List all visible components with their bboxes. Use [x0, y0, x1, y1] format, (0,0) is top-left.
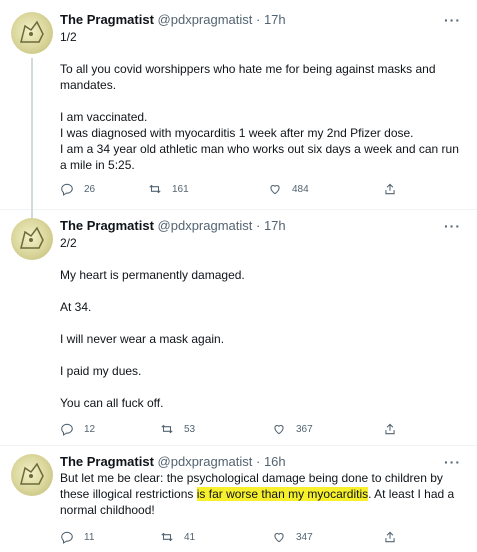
- more-icon[interactable]: ···: [444, 455, 461, 469]
- reply-icon: [61, 183, 73, 196]
- avatar[interactable]: [11, 12, 53, 54]
- like-button[interactable]: 484: [268, 182, 309, 196]
- like-icon: [274, 425, 284, 435]
- like-button[interactable]: 367: [272, 422, 313, 436]
- share-icon: [385, 183, 395, 195]
- reply-button[interactable]: 12: [60, 422, 95, 436]
- more-icon[interactable]: ···: [444, 219, 461, 233]
- reply-count: 26: [84, 183, 96, 195]
- thread-line: [31, 58, 33, 210]
- tweet-header: The Pragmatist @pdxpragmatist · 17h: [60, 218, 286, 234]
- text-line: [60, 251, 460, 267]
- tweet-header: The Pragmatist @pdxpragmatist · 16h: [60, 454, 286, 470]
- share-button[interactable]: [383, 530, 397, 544]
- like-icon: [270, 185, 280, 195]
- highlighted-text: is far worse than my myocarditis: [196, 487, 369, 501]
- reply-button[interactable]: 26: [60, 182, 95, 196]
- share-icon: [385, 423, 395, 435]
- action-bar: 11 41 347: [60, 530, 420, 546]
- action-bar: 26 161 484: [60, 182, 420, 198]
- author-handle-time[interactable]: @pdxpragmatist · 17h: [158, 12, 286, 27]
- avatar[interactable]: [11, 454, 53, 496]
- author-handle-time[interactable]: @pdxpragmatist · 17h: [158, 218, 286, 233]
- text-line: [60, 315, 460, 331]
- tweet-2[interactable]: The Pragmatist @pdxpragmatist · 17h ··· …: [0, 210, 477, 446]
- text-line: [60, 93, 460, 109]
- thread-line: [31, 210, 33, 218]
- text-paragraph: But let me be clear: the psychological d…: [60, 470, 460, 518]
- retweet-icon: [149, 184, 161, 194]
- text-line: 1/2: [60, 30, 77, 44]
- text-line: 2/2: [60, 236, 77, 250]
- retweet-count: 53: [184, 423, 196, 435]
- reply-icon: [61, 423, 73, 436]
- text-line: [60, 347, 460, 363]
- reply-count: 12: [84, 423, 96, 435]
- author-handle-time[interactable]: @pdxpragmatist · 16h: [158, 454, 286, 469]
- text-line: You can all fuck off.: [60, 396, 164, 410]
- retweet-icon: [161, 532, 173, 542]
- tweet-text: But let me be clear: the psychological d…: [60, 470, 460, 518]
- action-bar: 12 53 367: [60, 422, 420, 438]
- reply-icon: [61, 531, 73, 544]
- retweet-count: 41: [184, 531, 196, 543]
- like-count: 347: [296, 531, 313, 543]
- share-button[interactable]: [383, 422, 397, 436]
- reply-button[interactable]: 11: [60, 530, 94, 544]
- text-line: I am vaccinated.: [60, 110, 148, 124]
- text-line: At 34.: [60, 300, 92, 314]
- retweet-button[interactable]: 41: [160, 530, 195, 544]
- text-line: I paid my dues.: [60, 364, 142, 378]
- text-line: I was diagnosed with myocarditis 1 week …: [60, 126, 414, 140]
- text-line: My heart is permanently damaged.: [60, 268, 245, 282]
- avatar[interactable]: [11, 218, 53, 260]
- more-icon[interactable]: ···: [444, 13, 461, 27]
- text-line: I am a 34 year old athletic man who work…: [60, 142, 459, 172]
- tweet-3[interactable]: The Pragmatist @pdxpragmatist · 16h ··· …: [0, 446, 477, 552]
- like-count: 484: [292, 183, 309, 195]
- like-icon: [274, 533, 284, 543]
- like-count: 367: [296, 423, 313, 435]
- text-line: [60, 379, 460, 395]
- tweet-1[interactable]: The Pragmatist @pdxpragmatist · 17h ··· …: [0, 0, 477, 210]
- text-line: [60, 45, 460, 61]
- author-name[interactable]: The Pragmatist: [60, 12, 154, 27]
- retweet-icon: [161, 424, 173, 434]
- retweet-button[interactable]: 161: [148, 182, 189, 196]
- retweet-button[interactable]: 53: [160, 422, 195, 436]
- text-line: To all you covid worshippers who hate me…: [60, 62, 436, 92]
- share-button[interactable]: [383, 182, 397, 196]
- text-line: [60, 283, 460, 299]
- retweet-count: 161: [172, 183, 189, 195]
- author-name[interactable]: The Pragmatist: [60, 218, 154, 233]
- tweet-text: 1/2 To all you covid worshippers who hat…: [60, 29, 460, 173]
- like-button[interactable]: 347: [272, 530, 313, 544]
- tweet-header: The Pragmatist @pdxpragmatist · 17h: [60, 12, 286, 28]
- share-icon: [385, 531, 395, 543]
- tweet-text: 2/2 My heart is permanently damaged. At …: [60, 235, 460, 411]
- author-name[interactable]: The Pragmatist: [60, 454, 154, 469]
- text-line: I will never wear a mask again.: [60, 332, 225, 346]
- reply-count: 11: [84, 531, 95, 543]
